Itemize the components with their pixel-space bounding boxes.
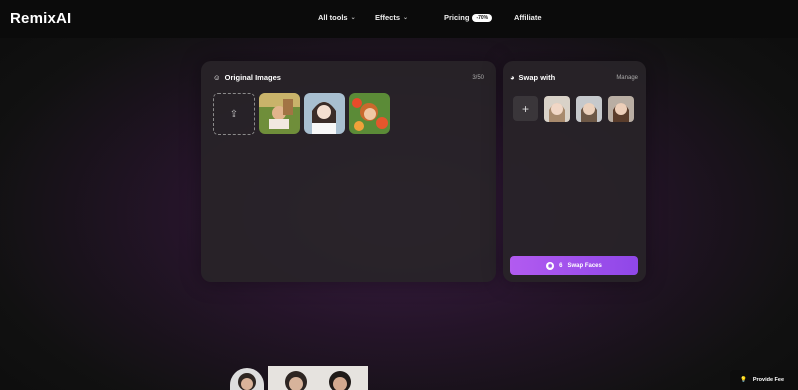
original-images-header: ☺ Original Images [213, 73, 281, 82]
swap-with-panel: ◕ Swap with Manage + ◉ 6 Swap Faces [503, 61, 646, 282]
swap-faces-label: Swap Faces [567, 262, 602, 269]
provide-feedback-label: Provide Fee [752, 377, 785, 383]
nav-all-tools[interactable]: All tools ⌄ [318, 13, 356, 22]
upload-image-button[interactable]: ⇪ [213, 93, 255, 135]
add-face-button[interactable]: + [513, 96, 538, 121]
swap-faces-button[interactable]: ◉ 6 Swap Faces [510, 256, 638, 275]
face-option-1[interactable] [544, 96, 570, 122]
provide-feedback-button[interactable]: 💡 Provide Fee [730, 370, 798, 390]
chevron-down-icon: ⌄ [350, 15, 356, 21]
nav-effects-label: Effects [375, 13, 401, 22]
thumbnail-park-photo[interactable] [259, 93, 300, 134]
credit-count: 6 [559, 262, 563, 269]
swap-icon: ◕ [510, 73, 515, 82]
nav-all-tools-label: All tools [318, 13, 348, 22]
plus-icon: + [521, 101, 529, 116]
top-nav-bar: RemixAI All tools ⌄ Effects ⌄ Pricing -7… [0, 0, 798, 38]
original-images-panel: ☺ Original Images 3/50 ⇪ [201, 61, 496, 282]
swap-with-title: Swap with [518, 73, 556, 82]
nav-pricing-label: Pricing [444, 13, 470, 22]
image-count: 3/50 [472, 75, 484, 81]
example-avatar [230, 368, 264, 390]
face-icon: ☺ [213, 73, 221, 82]
face-option-3[interactable] [608, 96, 634, 122]
discount-badge: -70% [472, 13, 493, 22]
nav-pricing[interactable]: Pricing -70% [444, 13, 493, 22]
logo[interactable]: RemixAI [10, 10, 71, 27]
swap-with-header: ◕ Swap with [510, 73, 555, 82]
thumbnail-woman-portrait[interactable] [304, 93, 345, 134]
example-before-after-image [268, 366, 368, 390]
credit-icon: ◉ [546, 261, 555, 270]
face-option-2[interactable] [576, 96, 602, 122]
original-images-title: Original Images [224, 73, 281, 82]
thumbnail-flower-girl-photo[interactable] [349, 93, 390, 134]
nav-affiliate[interactable]: Affiliate [514, 13, 542, 22]
nav-affiliate-label: Affiliate [514, 13, 542, 22]
chevron-down-icon: ⌄ [403, 15, 409, 21]
lightbulb-icon: 💡 [740, 377, 747, 383]
upload-icon: ⇪ [229, 108, 239, 120]
manage-link[interactable]: Manage [616, 75, 638, 81]
nav-effects[interactable]: Effects ⌄ [375, 13, 408, 22]
